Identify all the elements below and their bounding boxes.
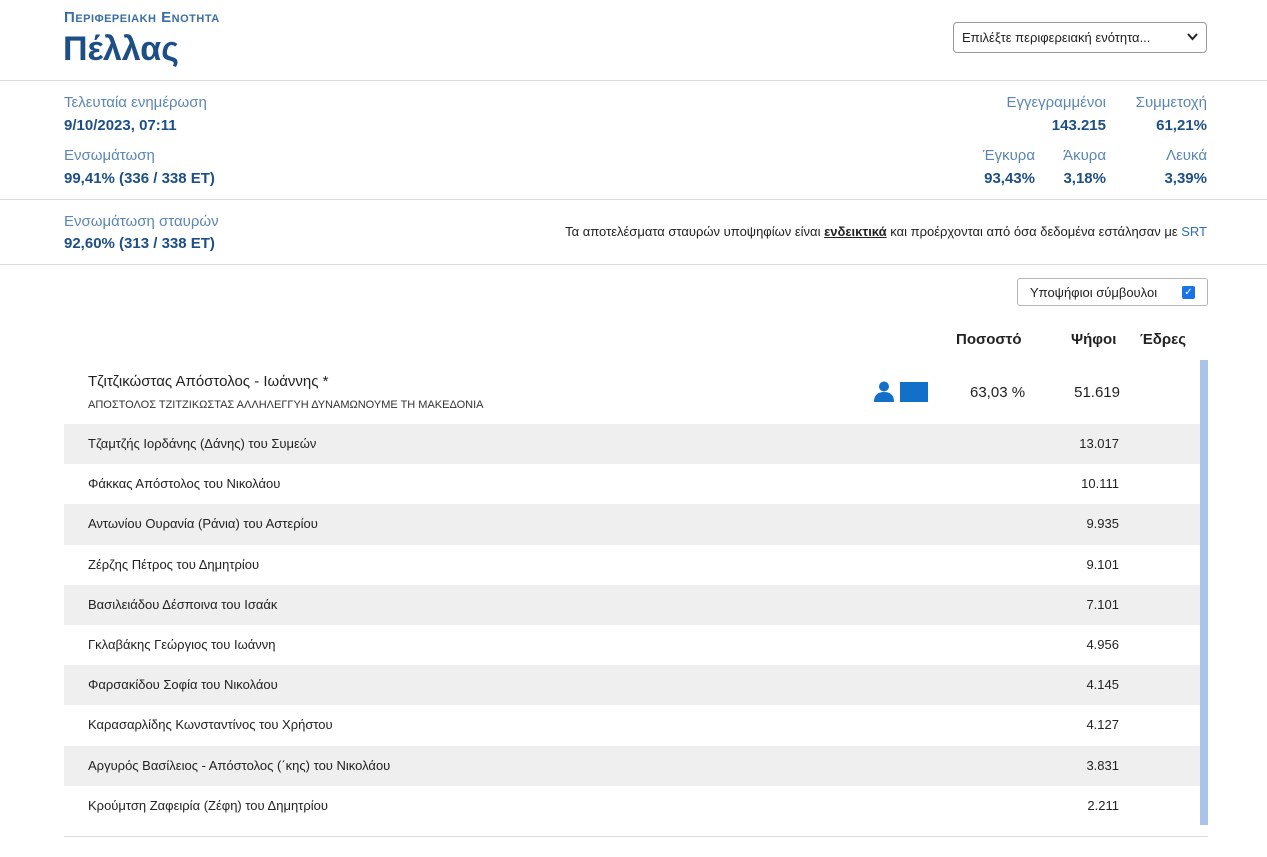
valid-label: Έγκυρα bbox=[982, 147, 1035, 164]
column-header-percent: Ποσοστό bbox=[956, 331, 1022, 348]
note-text-start: Τα αποτελέσματα σταυρών υποψηφίων είναι bbox=[565, 224, 825, 239]
candidate-name: Ζέρζης Πέτρος του Δημητρίου bbox=[88, 556, 260, 572]
integration-value: 99,41% (336 / 338 ΕΤ) bbox=[64, 170, 215, 187]
candidate-votes: 4.127 bbox=[1086, 717, 1119, 733]
list-item: Φάκκας Απόστολος του Νικολάου 10.111 bbox=[64, 464, 1200, 504]
preference-integration-value: 92,60% (313 / 338 ΕΤ) bbox=[64, 235, 215, 252]
candidate-name: Αργυρός Βασίλειος - Απόστολος (΄κης) του… bbox=[88, 757, 391, 773]
candidates-toggle[interactable]: Υποψήφιοι σύμβουλοι ✓ bbox=[1017, 278, 1208, 306]
candidate-votes: 4.145 bbox=[1086, 677, 1119, 693]
list-item: Γκλαβάκης Γεώργιος του Ιωάννη 4.956 bbox=[64, 625, 1200, 665]
party-color-swatch bbox=[900, 382, 928, 402]
list-item: Αργυρός Βασίλειος - Απόστολος (΄κης) του… bbox=[64, 745, 1200, 786]
last-update-value: 9/10/2023, 07:11 bbox=[64, 117, 177, 134]
invalid-label: Άκυρα bbox=[1063, 147, 1106, 164]
lead-candidate-votes: 51.619 bbox=[1074, 384, 1120, 401]
list-item: Τζαμτζής Ιορδάνης (Δάνης) του Συμεών 13.0… bbox=[64, 424, 1200, 465]
candidate-votes: 2.211 bbox=[1087, 797, 1119, 813]
candidate-name: Βασιλειάδου Δέσποινα του Ισαάκ bbox=[88, 596, 278, 612]
candidate-votes: 3.831 bbox=[1086, 757, 1119, 773]
chevron-down-icon bbox=[1187, 32, 1198, 44]
preference-votes-stats: Ενσωμάτωση σταυρών 92,60% (313 / 338 ΕΤ)… bbox=[0, 200, 1267, 265]
invalid-value: 3,18% bbox=[1063, 170, 1106, 187]
lead-candidate-party: ΑΠΟΣΤΟΛΟΣ ΤΖΙΤΖΙΚΩΣΤΑΣ ΑΛΛΗΛΕΓΓΥΗ ΔΥΝΑΜΩ… bbox=[88, 399, 484, 411]
integration-label: Ενσωμάτωση bbox=[64, 147, 155, 164]
note-emphasis: ενδεικτικά bbox=[824, 224, 887, 239]
list-item: Φαρσακίδου Σοφία του Νικολάου 4.145 bbox=[64, 665, 1200, 706]
candidate-name: Τζαμτζής Ιορδάνης (Δάνης) του Συμεών bbox=[88, 436, 317, 451]
lead-candidate-row[interactable]: Τζιτζικώστας Απόστολος - Ιωάννης * ΑΠΟΣΤ… bbox=[64, 362, 1200, 424]
page-supertitle: Περιφερειακη Ενοτητα bbox=[64, 9, 220, 26]
checkbox-checked-icon[interactable]: ✓ bbox=[1182, 286, 1195, 299]
candidate-votes: 9.935 bbox=[1086, 516, 1119, 532]
candidate-votes: 7.101 bbox=[1086, 596, 1119, 612]
list-item: Αντωνίου Ουρανία (Ράνια) του Αστερίου 9.9… bbox=[64, 504, 1200, 545]
list-item: Βασιλειάδου Δέσποινα του Ισαάκ 7.101 bbox=[64, 584, 1200, 625]
candidate-votes: 9.101 bbox=[1086, 556, 1119, 572]
preference-integration-label: Ενσωμάτωση σταυρών bbox=[64, 213, 219, 230]
registered-value: 143.215 bbox=[1051, 117, 1106, 134]
list-item: Κρούμτση Ζαφειρία (Ζέφη) του Δημητρίου 2.… bbox=[64, 786, 1200, 826]
candidate-name: Αντωνίου Ουρανία (Ράνια) του Αστερίου bbox=[88, 516, 318, 532]
candidate-name: Καρασαρλίδης Κωνσταντίνος του Χρήστου bbox=[88, 717, 333, 733]
registered-label: Εγγεγραμμένοι bbox=[1006, 94, 1106, 111]
turnout-label: Συμμετοχή bbox=[1135, 94, 1207, 111]
candidates-toggle-label: Υποψήφιοι σύμβουλοι bbox=[1030, 284, 1158, 300]
blank-value: 3,39% bbox=[1164, 170, 1207, 187]
divider bbox=[64, 836, 1208, 837]
valid-value: 93,43% bbox=[984, 170, 1035, 187]
person-icon bbox=[873, 380, 895, 402]
page-header: Περιφερειακη Ενοτητα Πέλλας Επιλέξτε περ… bbox=[0, 0, 1267, 81]
blank-label: Λευκά bbox=[1166, 147, 1207, 164]
turnout-value: 61,21% bbox=[1156, 117, 1207, 134]
scrollbar[interactable] bbox=[1200, 360, 1208, 825]
last-update-label: Τελευταία ενημέρωση bbox=[64, 94, 207, 111]
candidate-name: Γκλαβάκης Γεώργιος του Ιωάννη bbox=[88, 636, 276, 652]
regional-unit-select[interactable]: Επιλέξτε περιφερειακή ενότητα... bbox=[953, 22, 1207, 53]
srt-link[interactable]: SRT bbox=[1181, 224, 1207, 239]
lead-candidate-name: Τζιτζικώστας Απόστολος - Ιωάννης * bbox=[88, 373, 329, 390]
candidate-name: Φάκκας Απόστολος του Νικολάου bbox=[88, 476, 281, 492]
candidate-votes: 4.956 bbox=[1086, 636, 1119, 652]
preference-note: Τα αποτελέσματα σταυρών υποψηφίων είναι … bbox=[565, 224, 1207, 239]
candidate-name: Φαρσακίδου Σοφία του Νικολάου bbox=[88, 677, 278, 693]
page-title: Πέλλας bbox=[63, 30, 179, 68]
regional-unit-select-label: Επιλέξτε περιφερειακή ενότητα... bbox=[962, 30, 1151, 45]
list-item: Καρασαρλίδης Κωνσταντίνος του Χρήστου 4.1… bbox=[64, 705, 1200, 745]
candidate-list: Τζαμτζής Ιορδάνης (Δάνης) του Συμεών 13.0… bbox=[64, 424, 1200, 826]
summary-stats: Τελευταία ενημέρωση 9/10/2023, 07:11 Ενσ… bbox=[0, 81, 1267, 200]
column-header-votes: Ψήφοι bbox=[1071, 331, 1117, 348]
candidate-votes: 13.017 bbox=[1079, 436, 1119, 451]
list-item: Ζέρζης Πέτρος του Δημητρίου 9.101 bbox=[64, 545, 1200, 585]
note-text-middle: και προέρχονται από όσα δεδομένα εστάλησ… bbox=[886, 224, 1182, 239]
candidate-name: Κρούμτση Ζαφειρία (Ζέφη) του Δημητρίου bbox=[88, 797, 328, 813]
candidate-votes: 10.111 bbox=[1081, 476, 1119, 492]
lead-candidate-percent: 63,03 % bbox=[970, 384, 1026, 401]
column-header-seats: Έδρες bbox=[1140, 331, 1187, 348]
